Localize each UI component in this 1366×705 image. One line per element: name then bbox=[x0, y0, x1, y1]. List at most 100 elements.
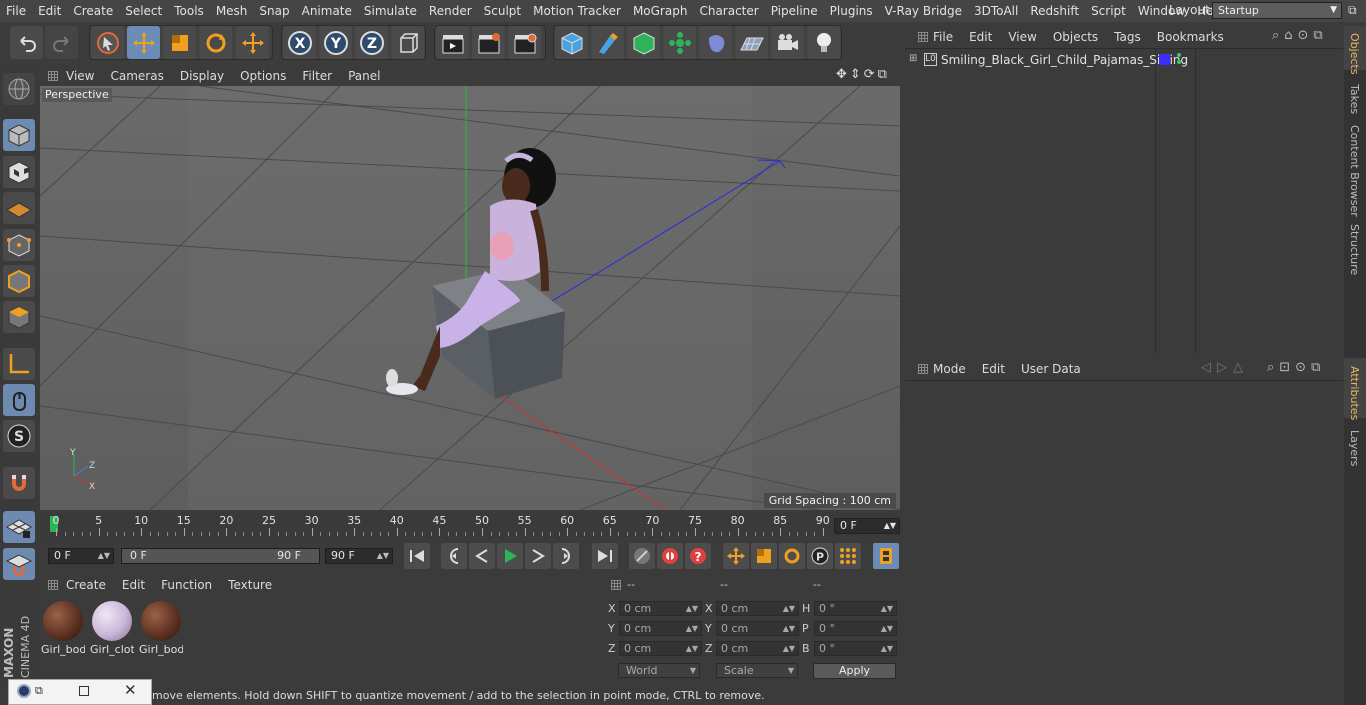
polygons-mode-button[interactable] bbox=[3, 301, 35, 333]
size-z-field[interactable]: 0 cm ▲▼ bbox=[716, 641, 799, 656]
frame-range-slider[interactable]: 0 F 90 F bbox=[121, 548, 320, 564]
close-icon[interactable]: ✕ bbox=[124, 681, 137, 699]
om-menu-file[interactable]: File bbox=[925, 30, 961, 44]
menu-render[interactable]: Render bbox=[423, 0, 478, 22]
am-menu-mode[interactable]: Mode bbox=[925, 362, 974, 376]
pos-z-field[interactable]: 0 cm ▲▼ bbox=[619, 641, 702, 656]
start-frame-field[interactable]: 0 F ▲▼ bbox=[48, 548, 114, 564]
subdivision-surface-button[interactable] bbox=[627, 26, 660, 59]
pen-spline-button[interactable] bbox=[591, 26, 624, 59]
make-editable-button[interactable] bbox=[3, 73, 35, 105]
restore-icon[interactable]: ⧉ bbox=[35, 684, 43, 698]
menu-edit[interactable]: Edit bbox=[32, 0, 67, 22]
live-selection-button[interactable] bbox=[91, 26, 124, 59]
viewport-nav-icons[interactable]: ✥⇕⟳⧉ bbox=[836, 67, 890, 82]
material-menu-edit[interactable]: Edit bbox=[114, 578, 153, 592]
panel-grip-icon[interactable] bbox=[48, 70, 58, 81]
rotate-tool-button[interactable] bbox=[199, 26, 232, 59]
record-active-button[interactable] bbox=[629, 543, 655, 569]
viewport-menu-filter[interactable]: Filter bbox=[294, 69, 340, 83]
panel-grip-icon[interactable] bbox=[918, 32, 928, 42]
window-restore-icon[interactable]: ⧉ bbox=[1348, 3, 1362, 17]
move-tool-button[interactable] bbox=[127, 26, 160, 59]
model-mode-button[interactable] bbox=[3, 119, 35, 151]
undo-button[interactable] bbox=[10, 26, 43, 59]
pos-y-field[interactable]: 0 cm ▲▼ bbox=[619, 621, 702, 636]
next-keyframe-button[interactable] bbox=[553, 543, 579, 569]
viewport-menu-cameras[interactable]: Cameras bbox=[102, 69, 171, 83]
expand-plus-icon[interactable]: ⊞ bbox=[909, 53, 917, 64]
tab-layers[interactable]: Layers bbox=[1348, 430, 1361, 466]
pos-x-field[interactable]: 0 cm ▲▼ bbox=[619, 601, 702, 616]
am-nav-arrows[interactable]: ◁▷△ bbox=[1201, 360, 1249, 375]
menu-character[interactable]: Character bbox=[693, 0, 764, 22]
material-item[interactable]: Girl_clot bbox=[90, 599, 134, 657]
apply-button[interactable]: Apply bbox=[813, 663, 896, 679]
key-position-button[interactable] bbox=[723, 543, 749, 569]
menu-script[interactable]: Script bbox=[1085, 0, 1132, 22]
maximize-icon[interactable] bbox=[79, 686, 89, 696]
rot-p-field[interactable]: 0 ° ▲▼ bbox=[814, 621, 897, 636]
workplane-lock-button[interactable] bbox=[3, 511, 35, 543]
menu-mesh[interactable]: Mesh bbox=[210, 0, 254, 22]
layer-color-swatch[interactable] bbox=[1159, 54, 1170, 65]
viewport-menu-options[interactable]: Options bbox=[232, 69, 294, 83]
axis-mode-button[interactable] bbox=[3, 348, 35, 380]
om-menu-objects[interactable]: Objects bbox=[1045, 30, 1106, 44]
redo-button[interactable] bbox=[45, 26, 78, 59]
key-pla-button[interactable] bbox=[835, 543, 861, 569]
am-menu-user-data[interactable]: User Data bbox=[1013, 362, 1089, 376]
tab-structure[interactable]: Structure bbox=[1348, 224, 1361, 275]
om-menu-view[interactable]: View bbox=[1000, 30, 1044, 44]
points-mode-button[interactable] bbox=[3, 229, 35, 261]
next-frame-button[interactable] bbox=[525, 543, 551, 569]
om-menu-tags[interactable]: Tags bbox=[1106, 30, 1149, 44]
quantize-button[interactable] bbox=[3, 548, 35, 580]
am-header-icons[interactable]: ⌕⊡⊙⧉ bbox=[1267, 360, 1325, 375]
menu-simulate[interactable]: Simulate bbox=[358, 0, 423, 22]
layout-select[interactable]: Startup ▼ bbox=[1212, 2, 1342, 19]
render-settings-button[interactable] bbox=[508, 26, 541, 59]
camera-button[interactable] bbox=[771, 26, 804, 59]
go-to-start-button[interactable] bbox=[404, 543, 430, 569]
cube-object-button[interactable] bbox=[555, 26, 588, 59]
timeline-ruler[interactable]: 0 5 10 15 20 25 30 35 40 45 50 55 60 65 70 75 80 85 90 bbox=[40, 512, 902, 538]
previous-keyframe-button[interactable] bbox=[441, 543, 467, 569]
size-y-field[interactable]: 0 cm ▲▼ bbox=[716, 621, 799, 636]
deformer-button[interactable] bbox=[699, 26, 732, 59]
edges-mode-button[interactable] bbox=[3, 265, 35, 297]
editor-visibility-dot[interactable] bbox=[1177, 53, 1181, 57]
3d-viewport[interactable]: Perspective Grid Spacing : 100 cm Y Z X bbox=[40, 86, 900, 510]
coordinate-space-select[interactable]: World ▼ bbox=[618, 663, 700, 678]
am-menu-edit[interactable]: Edit bbox=[974, 362, 1013, 376]
rot-h-field[interactable]: 0 ° ▲▼ bbox=[814, 601, 897, 616]
cloner-button[interactable] bbox=[663, 26, 696, 59]
x-axis-lock-button[interactable]: X bbox=[283, 26, 316, 59]
om-header-icons[interactable]: ⌕⌂⊙⧉ bbox=[1272, 28, 1328, 43]
menu-sculpt[interactable]: Sculpt bbox=[478, 0, 527, 22]
render-picture-viewer-button[interactable] bbox=[472, 26, 505, 59]
go-to-end-button[interactable] bbox=[592, 543, 618, 569]
workplane-mode-button[interactable] bbox=[3, 192, 35, 224]
transform-tool-button[interactable] bbox=[236, 26, 269, 59]
menu-file[interactable]: File bbox=[0, 0, 32, 22]
current-frame-field[interactable]: 0 F ▲▼ bbox=[834, 518, 900, 534]
om-menu-edit[interactable]: Edit bbox=[961, 30, 1000, 44]
menu-3dtoall[interactable]: 3DToAll bbox=[968, 0, 1024, 22]
keyframe-selection-button[interactable]: ? bbox=[685, 543, 711, 569]
object-name[interactable]: Smiling_Black_Girl_Child_Pajamas_Sitting bbox=[941, 53, 1188, 67]
panel-grip-icon[interactable] bbox=[918, 364, 928, 374]
menu-vray-bridge[interactable]: V-Ray Bridge bbox=[879, 0, 968, 22]
tab-takes[interactable]: Takes bbox=[1348, 84, 1361, 114]
om-menu-bookmarks[interactable]: Bookmarks bbox=[1149, 30, 1232, 44]
material-menu-create[interactable]: Create bbox=[58, 578, 114, 592]
rot-b-field[interactable]: 0 ° ▲▼ bbox=[814, 641, 897, 656]
menu-snap[interactable]: Snap bbox=[253, 0, 295, 22]
menu-create[interactable]: Create bbox=[67, 0, 119, 22]
y-axis-lock-button[interactable]: Y bbox=[319, 26, 352, 59]
play-button[interactable] bbox=[497, 543, 523, 569]
solo-mode-button[interactable]: S bbox=[3, 420, 35, 452]
size-mode-select[interactable]: Scale ▼ bbox=[716, 663, 798, 678]
menu-pipeline[interactable]: Pipeline bbox=[765, 0, 824, 22]
size-x-field[interactable]: 0 cm ▲▼ bbox=[716, 601, 799, 616]
